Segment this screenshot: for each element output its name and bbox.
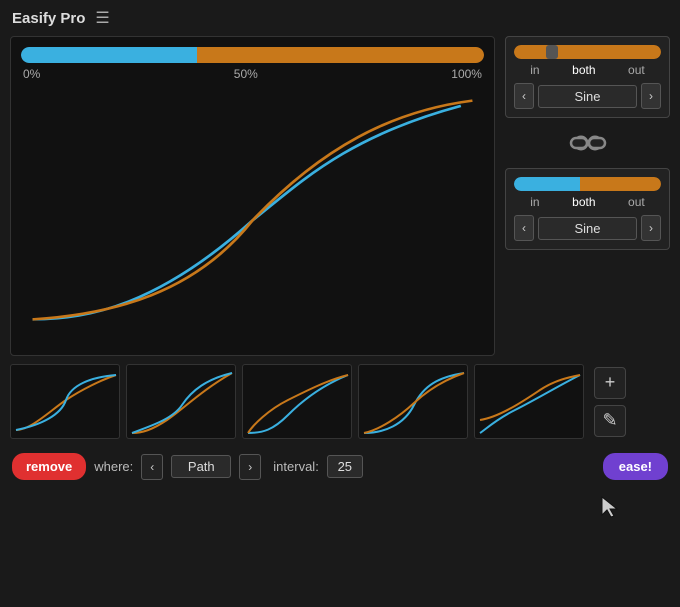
ease-curve-graph (21, 85, 484, 335)
label-0: 0% (23, 67, 40, 81)
top-prev-btn[interactable]: ‹ (514, 83, 534, 109)
interval-value: 25 (327, 455, 363, 478)
preset-thumb-4[interactable] (358, 364, 468, 439)
preset-svg-2 (127, 365, 236, 439)
remove-button[interactable]: remove (12, 453, 86, 480)
bottom-ease-bar (514, 177, 661, 191)
link-icon[interactable] (505, 126, 670, 160)
bottom-prev-btn[interactable]: ‹ (514, 215, 534, 241)
app-title: Easify Pro (12, 10, 85, 27)
top-ease-control: ‹ Sine › (514, 83, 661, 109)
bottom-tab-out[interactable]: out (628, 195, 645, 209)
top-ease-bar (514, 45, 661, 59)
right-panel: in both out ‹ Sine › (505, 36, 670, 356)
preset-thumb-1[interactable] (10, 364, 120, 439)
top-ease-bar-fill (514, 45, 661, 59)
bottom-ease-name: Sine (538, 217, 637, 240)
cursor-indicator (600, 495, 620, 524)
preset-svg-3 (243, 365, 352, 439)
progress-bar[interactable] (21, 47, 484, 63)
top-ease-name: Sine (538, 85, 637, 108)
where-next-btn[interactable]: › (239, 454, 261, 480)
bottom-ease-bar-blue (514, 177, 580, 191)
preset-thumb-2[interactable] (126, 364, 236, 439)
top-next-btn[interactable]: › (641, 83, 661, 109)
where-value: Path (171, 455, 231, 478)
bottom-ease-tabs: in both out (514, 195, 661, 209)
bottom-tab-in[interactable]: in (530, 195, 539, 209)
add-preset-button[interactable]: + (594, 367, 626, 399)
preset-svg-5 (475, 365, 584, 439)
top-ease-tabs: in both out (514, 63, 661, 77)
bottom-ease-control: ‹ Sine › (514, 215, 661, 241)
where-prev-btn[interactable]: ‹ (141, 454, 163, 480)
bottom-bar: remove where: ‹ Path › interval: 25 ease… (0, 445, 680, 488)
where-label: where: (94, 459, 133, 474)
preset-thumb-5[interactable] (474, 364, 584, 439)
top-tab-out[interactable]: out (628, 63, 645, 77)
bottom-ease-bar-fill (514, 177, 661, 191)
edit-preset-button[interactable]: ✎ (594, 405, 626, 437)
preset-svg-4 (359, 365, 468, 439)
ease-button[interactable]: ease! (603, 453, 668, 480)
preset-thumb-3[interactable] (242, 364, 352, 439)
top-ease-bar-marker (546, 45, 558, 59)
bottom-ease-bar-orange (580, 177, 661, 191)
header: Easify Pro ☰ (0, 0, 680, 36)
presets-area: + ✎ (0, 364, 680, 439)
top-tab-in[interactable]: in (530, 63, 539, 77)
interval-label: interval: (273, 459, 319, 474)
progress-bar-blue (21, 47, 197, 63)
progress-labels: 0% 50% 100% (21, 67, 484, 81)
link-svg (569, 130, 607, 156)
menu-icon[interactable]: ☰ (95, 8, 109, 28)
progress-bar-orange (197, 47, 484, 63)
preset-svg-1 (11, 365, 120, 439)
top-ease-section: in both out ‹ Sine › (505, 36, 670, 118)
presets-actions: + ✎ (594, 367, 626, 437)
main-area: 0% 50% 100% in both out (0, 36, 680, 356)
bottom-tab-both[interactable]: both (572, 195, 595, 209)
label-100: 100% (451, 67, 482, 81)
bottom-ease-section: in both out ‹ Sine › (505, 168, 670, 250)
top-tab-both[interactable]: both (572, 63, 595, 77)
bottom-next-btn[interactable]: › (641, 215, 661, 241)
cursor-svg (600, 495, 620, 519)
graph-panel: 0% 50% 100% (10, 36, 495, 356)
label-50: 50% (234, 67, 258, 81)
